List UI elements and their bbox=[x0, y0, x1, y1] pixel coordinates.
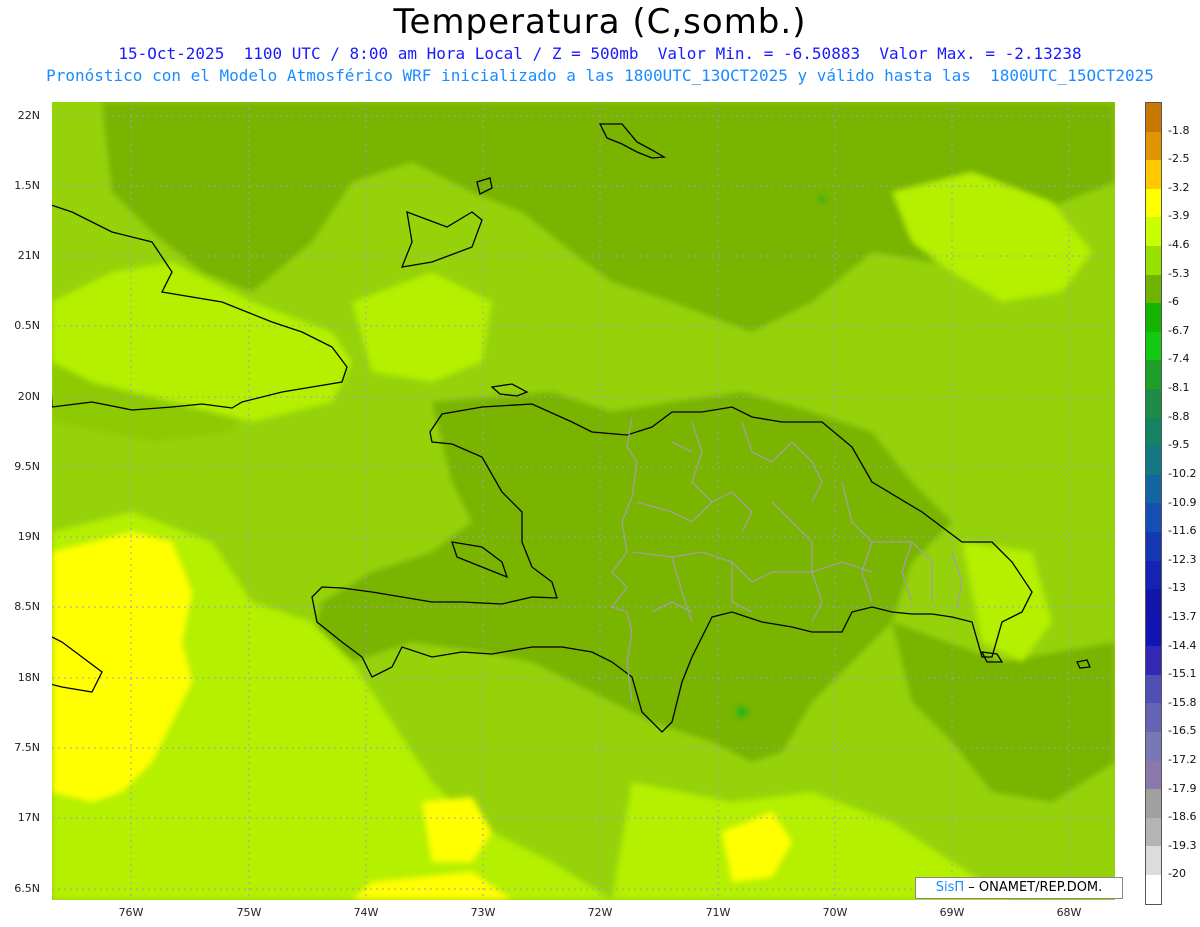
colorbar-label: -3.2 bbox=[1168, 180, 1190, 194]
colorbar-swatch bbox=[1146, 703, 1161, 733]
colorbar-label: -4.6 bbox=[1168, 238, 1190, 252]
lon-label-76w: 76W bbox=[118, 906, 144, 919]
colorbar-swatch bbox=[1146, 160, 1161, 189]
colorbar-swatch bbox=[1146, 388, 1161, 418]
colorbar-label: -12.3 bbox=[1168, 552, 1197, 566]
credit-text: – ONAMET/REP.DOM. bbox=[968, 880, 1103, 895]
colorbar-label: -18.6 bbox=[1168, 810, 1197, 824]
colorbar-swatch bbox=[1146, 103, 1161, 132]
lat-label-18n: 18N bbox=[17, 671, 40, 684]
colorbar-swatch bbox=[1146, 360, 1161, 389]
lat-label-21-5n: 1.5N bbox=[14, 179, 40, 192]
credit-box: SisΠ – ONAMET/REP.DOM. bbox=[915, 877, 1123, 899]
colorbar-swatch bbox=[1146, 846, 1161, 876]
colorbar bbox=[1145, 102, 1162, 905]
lon-label-75w: 75W bbox=[236, 906, 262, 919]
temperature-map bbox=[52, 102, 1115, 900]
colorbar-label: -6.7 bbox=[1168, 323, 1190, 337]
lat-label-18-5n: 8.5N bbox=[14, 600, 40, 613]
colorbar-label: -11.6 bbox=[1168, 524, 1197, 538]
colorbar-label: -3.9 bbox=[1168, 209, 1190, 223]
colorbar-label: -17.2 bbox=[1168, 752, 1197, 766]
colorbar-swatch bbox=[1146, 732, 1161, 761]
lat-label-19n: 19N bbox=[17, 530, 40, 543]
colorbar-label: -16.5 bbox=[1168, 724, 1197, 738]
colorbar-swatch bbox=[1146, 217, 1161, 246]
green-spot-north bbox=[818, 195, 826, 203]
subtitle-date-values: 15-Oct-2025 1100 UTC / 8:00 am Hora Loca… bbox=[118, 44, 1082, 63]
colorbar-label: -14.4 bbox=[1168, 638, 1197, 652]
colorbar-swatch bbox=[1146, 188, 1161, 218]
lon-label-73w: 73W bbox=[470, 906, 496, 919]
colorbar-label: -15.8 bbox=[1168, 695, 1197, 709]
lat-label-17-5n: 7.5N bbox=[14, 741, 40, 754]
colorbar-label: -10.2 bbox=[1168, 466, 1197, 480]
colorbar-label: -13 bbox=[1168, 581, 1186, 595]
colorbar-swatch bbox=[1146, 131, 1161, 161]
lon-label-71w: 71W bbox=[705, 906, 731, 919]
colorbar-label: -8.1 bbox=[1168, 381, 1190, 395]
colorbar-swatch bbox=[1146, 589, 1161, 618]
subtitle-model-info: Pronóstico con el Modelo Atmosférico WRF… bbox=[46, 66, 1154, 85]
colorbar-swatch bbox=[1146, 245, 1161, 275]
lat-label-22n: 22N bbox=[17, 109, 40, 122]
colorbar-label: -15.1 bbox=[1168, 667, 1197, 681]
colorbar-label: -20 bbox=[1168, 867, 1186, 881]
colorbar-label: -8.8 bbox=[1168, 409, 1190, 423]
colorbar-label: -19.3 bbox=[1168, 838, 1197, 852]
colorbar-swatch bbox=[1146, 303, 1161, 332]
colorbar-swatch bbox=[1146, 531, 1161, 561]
colorbar-label: -5.3 bbox=[1168, 266, 1190, 280]
lat-label-20n: 20N bbox=[17, 390, 40, 403]
colorbar-swatch bbox=[1146, 417, 1161, 447]
colorbar-swatch bbox=[1146, 503, 1161, 532]
colorbar-swatch bbox=[1146, 617, 1161, 647]
colorbar-swatch bbox=[1146, 875, 1161, 904]
colorbar-label: -7.4 bbox=[1168, 352, 1190, 366]
lat-label-16-5n: 6.5N bbox=[14, 882, 40, 895]
colorbar-swatch bbox=[1146, 560, 1161, 590]
colorbar-swatch bbox=[1146, 474, 1161, 504]
colorbar-swatch bbox=[1146, 646, 1161, 675]
colorbar-swatch bbox=[1146, 331, 1161, 361]
colorbar-swatch bbox=[1146, 817, 1161, 847]
colorbar-swatch bbox=[1146, 674, 1161, 704]
colorbar-label: -2.5 bbox=[1168, 152, 1190, 166]
lon-label-68w: 68W bbox=[1056, 906, 1082, 919]
sispi-logo-text: SisΠ bbox=[935, 880, 965, 895]
lat-label-17n: 17N bbox=[17, 811, 40, 824]
lat-label-20-5n: 0.5N bbox=[14, 319, 40, 332]
colorbar-label: -9.5 bbox=[1168, 438, 1190, 452]
colorbar-label: -6 bbox=[1168, 295, 1179, 309]
colorbar-swatch bbox=[1146, 274, 1161, 304]
chart-title: Temperatura (C,somb.) bbox=[393, 2, 807, 42]
colorbar-swatch bbox=[1146, 789, 1161, 818]
lon-label-74w: 74W bbox=[353, 906, 379, 919]
green-spot bbox=[736, 706, 748, 718]
lat-label-19-5n: 9.5N bbox=[14, 460, 40, 473]
colorbar-swatch bbox=[1146, 760, 1161, 790]
colorbar-label: -1.8 bbox=[1168, 123, 1190, 137]
lat-label-21n: 21N bbox=[17, 249, 40, 262]
colorbar-label: -10.9 bbox=[1168, 495, 1197, 509]
lon-label-69w: 69W bbox=[939, 906, 965, 919]
lon-label-72w: 72W bbox=[587, 906, 613, 919]
colorbar-label: -17.9 bbox=[1168, 781, 1197, 795]
colorbar-label: -13.7 bbox=[1168, 609, 1197, 623]
colorbar-swatch bbox=[1146, 446, 1161, 475]
lon-label-70w: 70W bbox=[822, 906, 848, 919]
